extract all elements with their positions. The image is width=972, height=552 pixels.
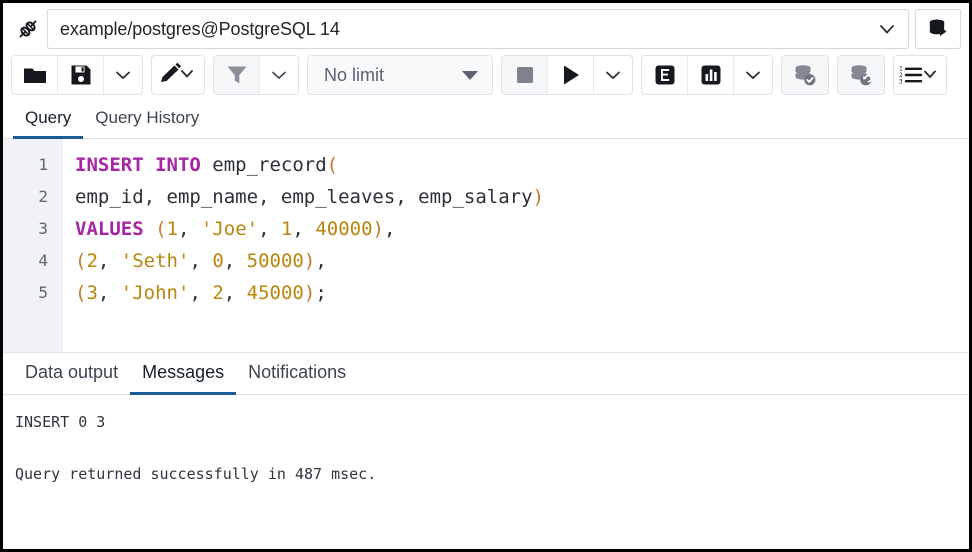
chevron-down-icon[interactable] <box>868 18 898 40</box>
sql-token: 'Joe' <box>201 218 258 240</box>
filter-button[interactable] <box>214 56 260 94</box>
sql-code-area[interactable]: INSERT INTO emp_record(emp_id, emp_name,… <box>63 139 969 352</box>
line-number: 5 <box>3 277 62 309</box>
connection-select[interactable]: example/postgres@PostgreSQL 14 <box>47 9 909 49</box>
sql-token: ; <box>315 282 326 304</box>
file-button-group <box>11 55 143 95</box>
output-tab-bar: Data output Messages Notifications <box>3 353 969 395</box>
row-limit-label: No limit <box>324 65 384 86</box>
sql-token: ) <box>373 218 384 240</box>
explain-options-button[interactable] <box>734 56 772 94</box>
sql-token: 45000 <box>247 282 304 304</box>
explain-button-group <box>641 55 773 95</box>
sql-line: emp_id, emp_name, emp_leaves, emp_salary… <box>75 181 969 213</box>
line-number: 3 <box>3 213 62 245</box>
sql-token: , <box>98 282 121 304</box>
commit-button-group <box>781 55 829 95</box>
sql-token: ) <box>304 250 315 272</box>
execute-query-button[interactable] <box>548 56 594 94</box>
sql-token: VALUES <box>75 218 155 240</box>
sql-token: 50000 <box>247 250 304 272</box>
line-number: 4 <box>3 245 62 277</box>
sql-token: emp_id, emp_name, emp_leaves, emp_salary <box>75 186 533 208</box>
svg-text:3: 3 <box>899 79 903 86</box>
database-connect-icon[interactable] <box>915 9 961 49</box>
macros-button[interactable]: 1 2 3 <box>894 56 946 94</box>
commit-button[interactable] <box>782 56 828 94</box>
sql-token: , <box>224 282 247 304</box>
sql-line: (3, 'John', 2, 45000); <box>75 277 969 309</box>
tab-query[interactable]: Query <box>13 104 83 139</box>
row-limit-select[interactable]: No limit <box>307 55 493 95</box>
sql-token: 'John' <box>121 282 190 304</box>
sql-token: , <box>292 218 315 240</box>
sql-token: , <box>98 250 121 272</box>
message-spacer <box>15 435 969 461</box>
sql-token: , <box>315 250 326 272</box>
sql-token: 3 <box>86 282 97 304</box>
macros-button-group: 1 2 3 <box>893 55 947 95</box>
message-line-query-status: Query returned successfully in 487 msec. <box>15 461 969 487</box>
sql-token: 'Seth' <box>121 250 190 272</box>
sql-token: ) <box>533 186 544 208</box>
sql-token: , <box>384 218 395 240</box>
query-toolbar: No limit <box>3 53 969 101</box>
messages-panel: INSERT 0 3 Query returned successfully i… <box>3 395 969 549</box>
sql-token: , <box>178 218 201 240</box>
sql-token: INSERT INTO <box>75 154 212 176</box>
sql-editor[interactable]: 1 2 3 4 5 INSERT INTO emp_record(emp_id,… <box>3 139 969 353</box>
sql-line: (2, 'Seth', 0, 50000), <box>75 245 969 277</box>
triangle-down-icon <box>462 71 478 80</box>
line-number: 1 <box>3 149 62 181</box>
sql-line: VALUES (1, 'Joe', 1, 40000), <box>75 213 969 245</box>
sql-token: 2 <box>212 282 223 304</box>
sql-token: , <box>189 250 212 272</box>
sql-token: , <box>189 282 212 304</box>
open-file-button[interactable] <box>12 56 58 94</box>
tab-data-output[interactable]: Data output <box>13 356 130 395</box>
connection-string: example/postgres@PostgreSQL 14 <box>60 19 868 40</box>
sql-token: ( <box>327 154 338 176</box>
sql-token: , <box>258 218 281 240</box>
sql-token: 40000 <box>315 218 372 240</box>
sql-token: 2 <box>86 250 97 272</box>
sql-token: ) <box>304 282 315 304</box>
filter-button-group <box>213 55 299 95</box>
message-line-insert-count: INSERT 0 3 <box>15 409 969 435</box>
pgadmin-query-tool-window: example/postgres@PostgreSQL 14 <box>0 0 972 552</box>
explain-analyze-button[interactable] <box>688 56 734 94</box>
sql-line: INSERT INTO emp_record( <box>75 149 969 181</box>
save-options-button[interactable] <box>104 56 142 94</box>
sql-token: 1 <box>167 218 178 240</box>
explain-button[interactable] <box>642 56 688 94</box>
sql-token: , <box>224 250 247 272</box>
sql-token: 0 <box>212 250 223 272</box>
stop-query-button[interactable] <box>502 56 548 94</box>
rollback-button-group <box>837 55 885 95</box>
connection-bar: example/postgres@PostgreSQL 14 <box>3 3 969 53</box>
query-tab-bar: Query Query History <box>3 101 969 139</box>
execute-options-button[interactable] <box>594 56 632 94</box>
connection-link-icon <box>11 9 45 49</box>
edit-button[interactable] <box>152 56 204 94</box>
execute-button-group <box>501 55 633 95</box>
edit-button-group <box>151 55 205 95</box>
tab-messages[interactable]: Messages <box>130 356 236 395</box>
rollback-button[interactable] <box>838 56 884 94</box>
line-number: 2 <box>3 181 62 213</box>
editor-line-number-gutter: 1 2 3 4 5 <box>3 139 63 352</box>
tab-query-history[interactable]: Query History <box>83 104 211 139</box>
sql-token: 1 <box>281 218 292 240</box>
filter-options-button[interactable] <box>260 56 298 94</box>
save-file-button[interactable] <box>58 56 104 94</box>
sql-token: ( <box>155 218 166 240</box>
sql-token: ( <box>75 250 86 272</box>
tab-notifications[interactable]: Notifications <box>236 356 358 395</box>
sql-token: emp_record <box>212 154 326 176</box>
sql-token: ( <box>75 282 86 304</box>
